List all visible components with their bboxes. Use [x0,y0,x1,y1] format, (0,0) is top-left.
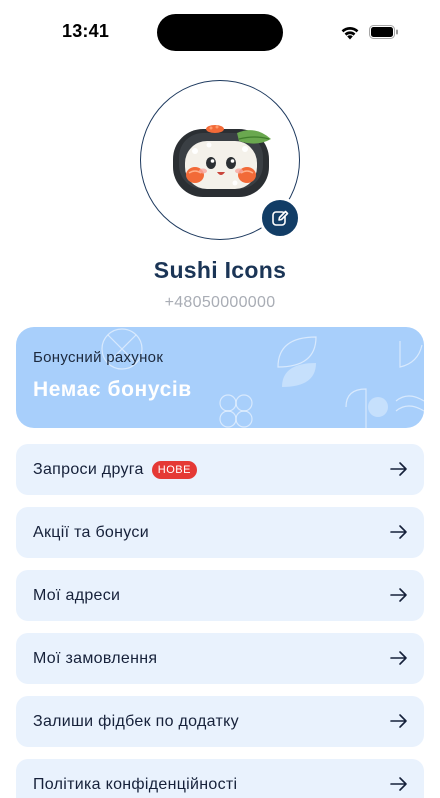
status-time: 13:41 [62,21,110,41]
new-badge: НОВЕ [151,460,197,479]
menu-item-label: Політика конфіденційності [33,775,238,793]
arrow-right-icon [390,462,407,476]
menu-item-label: Залиши фідбек по додатку [33,712,239,730]
menu-item-label: Запроси друга [33,460,144,478]
sushi-roll-icon [173,125,271,197]
edit-pencil-icon [272,210,289,226]
dynamic-island [157,14,283,51]
bonus-label: Бонусний рахунок [33,349,164,366]
menu-item-label: Мої адреси [33,586,121,604]
menu-item-promotions[interactable]: Акції та бонуси [16,507,424,558]
menu-item-addresses[interactable]: Мої адреси [16,570,424,621]
arrow-right-icon [390,588,407,602]
arrow-right-icon [390,714,407,728]
bonus-card[interactable]: Бонусний рахунок Немає бонусів [16,327,424,428]
menu-item-label: Акції та бонуси [33,523,149,541]
bonus-value: Немає бонусів [33,378,192,401]
status-bar: 13:41 [0,0,440,64]
profile-phone: +48050000000 [164,294,276,311]
arrow-right-icon [390,525,407,539]
edit-profile-button[interactable] [259,197,301,239]
battery-icon [369,25,398,39]
menu-item-label: Мої замовлення [33,649,158,667]
menu-item-invite-friend[interactable]: Запроси друга НОВЕ [16,444,424,495]
arrow-right-icon [390,777,407,791]
arrow-right-icon [390,651,407,665]
menu-item-privacy-policy[interactable]: Політика конфіденційності [16,759,424,798]
wifi-icon [341,26,359,40]
profile-name: Sushi Icons [153,257,287,283]
menu-item-feedback[interactable]: Залиши фідбек по додатку [16,696,424,747]
menu-item-orders[interactable]: Мої замовлення [16,633,424,684]
